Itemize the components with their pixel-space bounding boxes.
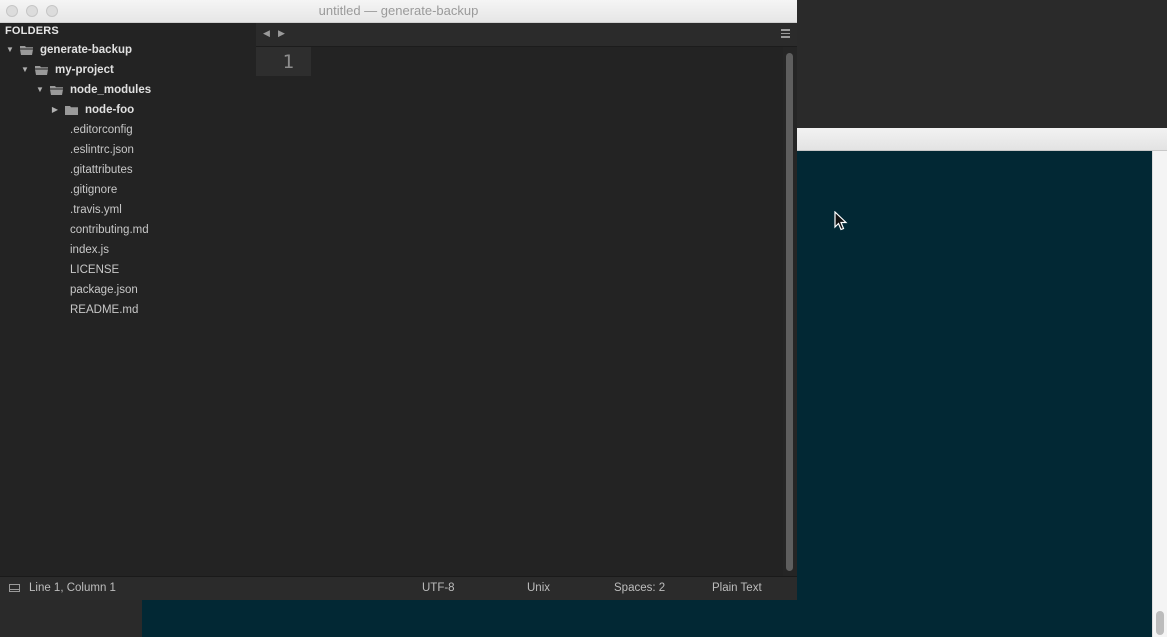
panel-toggle-icon[interactable]	[9, 584, 20, 592]
tree-item-label: .editorconfig	[70, 124, 133, 136]
tree-file[interactable]: .eslintrc.json	[0, 141, 256, 159]
tree-item-label: node-foo	[85, 104, 135, 116]
tree-folder[interactable]: ▼ my-project	[0, 61, 256, 79]
tree-item-label: index.js	[70, 244, 109, 256]
tree-folder[interactable]: ▼ node_modules	[0, 81, 256, 99]
tree-item-label: node_modules	[70, 84, 152, 96]
background-window-scroll-thumb[interactable]	[1156, 611, 1164, 635]
window-title: untitled — generate-backup	[318, 3, 479, 18]
background-window-bottom	[142, 600, 797, 637]
tree-file[interactable]: contributing.md	[0, 221, 256, 239]
status-position[interactable]: Line 1, Column 1	[29, 582, 116, 594]
disclosure-triangle-icon[interactable]: ▶	[50, 101, 60, 119]
editor-scrollbar[interactable]	[783, 47, 797, 576]
tree-file[interactable]: LICENSE	[0, 261, 256, 279]
disclosure-triangle-icon[interactable]: ▼	[20, 61, 30, 79]
tree-file[interactable]: .travis.yml	[0, 201, 256, 219]
line-gutter: 1	[256, 47, 311, 576]
background-window[interactable]	[797, 128, 1167, 637]
text-editor[interactable]	[311, 47, 783, 576]
background-window-scrollbar[interactable]	[1152, 151, 1167, 637]
status-line-endings[interactable]: Unix	[527, 582, 550, 594]
disclosure-triangle-icon[interactable]: ▼	[35, 81, 45, 99]
window-titlebar[interactable]: untitled — generate-backup	[0, 0, 797, 23]
status-bar: Line 1, Column 1 UTF-8 Unix Spaces: 2 Pl…	[0, 576, 797, 600]
line-number: 1	[282, 51, 294, 73]
tree-file[interactable]: index.js	[0, 241, 256, 259]
status-syntax[interactable]: Plain Text	[712, 582, 762, 594]
tree-item-label: .gitignore	[70, 184, 118, 196]
tree-item-label: generate-backup	[40, 44, 133, 56]
tab-bar: ◀ ▶	[256, 23, 797, 47]
disclosure-triangle-icon[interactable]: ▼	[5, 41, 15, 59]
mouse-pointer-icon	[834, 211, 848, 231]
status-encoding[interactable]: UTF-8	[422, 582, 455, 594]
tree-item-label: .gitattributes	[70, 164, 133, 176]
folder-icon	[50, 86, 63, 95]
sidebar-header: FOLDERS	[5, 25, 59, 37]
tree-folder[interactable]: ▶ node-foo	[0, 101, 256, 119]
tree-file[interactable]: .editorconfig	[0, 121, 256, 139]
chevron-right-icon[interactable]: ▶	[278, 28, 285, 39]
editor-scroll-thumb[interactable]	[786, 53, 793, 571]
tree-file[interactable]: .gitignore	[0, 181, 256, 199]
tree-item-label: contributing.md	[70, 224, 149, 236]
tree-file[interactable]: .gitattributes	[0, 161, 256, 179]
hamburger-menu-icon[interactable]	[781, 29, 790, 40]
tree-item-label: LICENSE	[70, 264, 120, 276]
chevron-left-icon[interactable]: ◀	[263, 28, 270, 39]
tree-item-label: .eslintrc.json	[70, 144, 134, 156]
tree-file[interactable]: package.json	[0, 281, 256, 299]
editor-window: untitled — generate-backup FOLDERS ▼ gene…	[0, 0, 797, 600]
background-window-titlebar[interactable]	[797, 128, 1167, 151]
tree-item-label: package.json	[70, 284, 138, 296]
tree-item-label: .travis.yml	[70, 204, 122, 216]
sidebar: FOLDERS ▼ generate-backup ▼ my-project ▼ node…	[0, 23, 256, 576]
folder-icon	[20, 46, 33, 55]
folder-icon	[35, 66, 48, 75]
tree-item-label: my-project	[55, 64, 114, 76]
tree-file[interactable]: README.md	[0, 301, 256, 319]
status-indentation[interactable]: Spaces: 2	[614, 582, 665, 594]
tree-folder[interactable]: ▼ generate-backup	[0, 41, 256, 59]
tree-item-label: README.md	[70, 304, 139, 316]
folder-icon	[65, 106, 78, 115]
